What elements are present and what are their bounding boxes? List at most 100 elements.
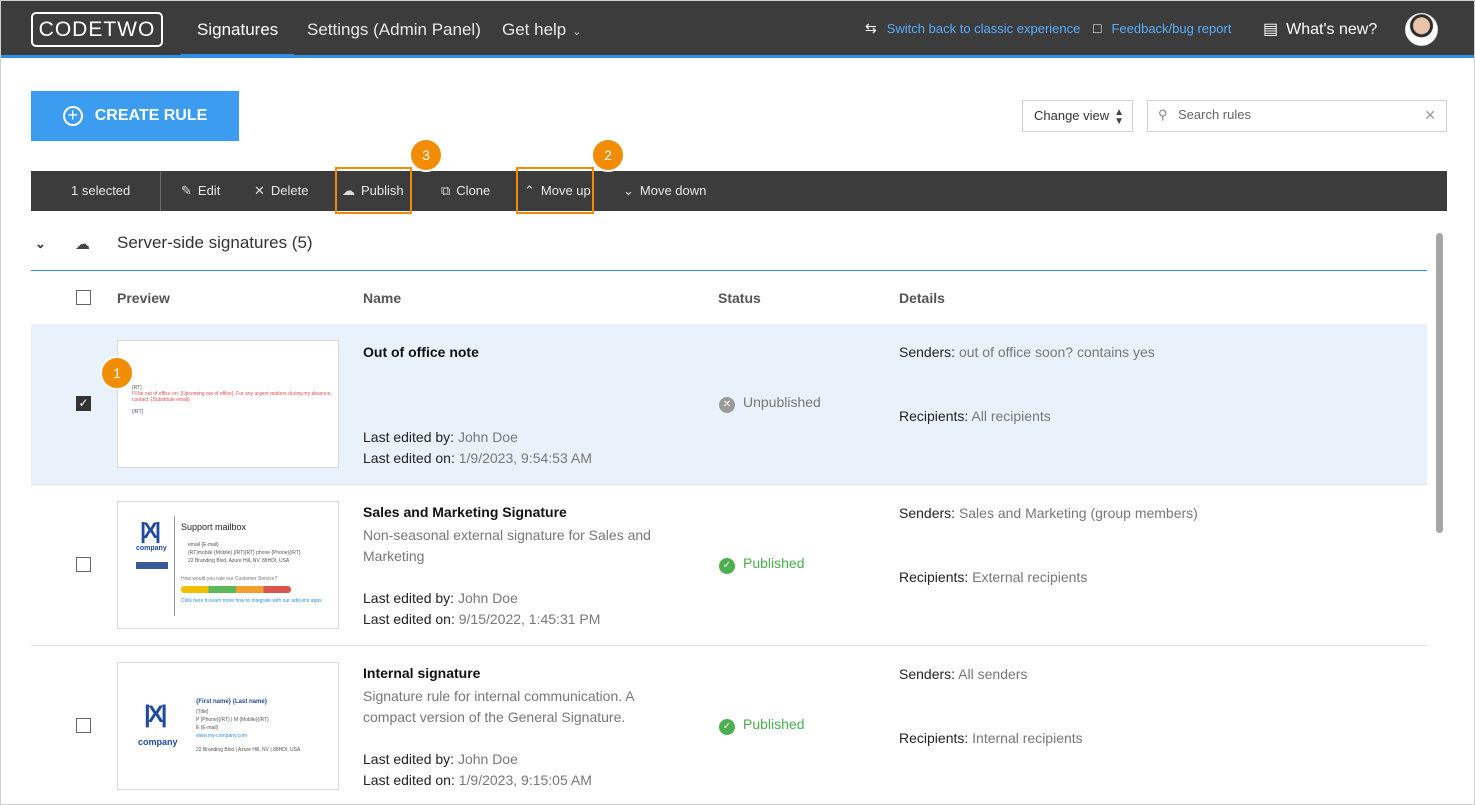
signature-preview[interactable]: |X| company Support mailbox email {E-mai…	[117, 501, 339, 629]
table-row[interactable]: ✓ {RT} I'll be out of office on: {Upcomi…	[31, 324, 1427, 485]
chevron-down-icon: ⌄	[623, 183, 634, 198]
feedback-label: Feedback/bug report	[1111, 21, 1232, 36]
last-edited-on: Last edited on: 1/9/2023, 9:15:05 AM	[363, 772, 592, 788]
rule-name[interactable]: Out of office note	[363, 344, 479, 360]
copy-icon: ⧉	[441, 183, 451, 198]
whats-new-button[interactable]: ▤ What's new?	[1263, 19, 1377, 39]
table-row[interactable]: |X| company Support mailbox email {E-mai…	[31, 485, 1427, 646]
search-icon: ⚲	[1158, 107, 1168, 122]
last-edited-on-value: 1/9/2023, 9:15:05 AM	[458, 772, 592, 788]
switch-classic-label: Switch back to classic experience	[886, 21, 1081, 36]
column-preview: Preview	[117, 290, 170, 306]
move-down-button[interactable]: ⌄ Move down	[623, 171, 706, 211]
clone-button[interactable]: ⧉ Clone	[441, 171, 490, 211]
divider	[174, 516, 175, 616]
status-badge: ✓ Published	[719, 716, 805, 735]
preview-name: {First name} {Last name}	[196, 699, 268, 705]
rule-name[interactable]: Internal signature	[363, 665, 480, 681]
senders-label: Senders:	[899, 505, 956, 521]
action-bar: 1 selected ✎ Edit ✕ Delete ☁ Publish ⧉ Clone…	[31, 171, 1447, 211]
signature-preview[interactable]: {RT} I'll be out of office on: {Upcoming…	[117, 340, 339, 468]
clone-label: Clone	[456, 183, 491, 198]
rule-name[interactable]: Sales and Marketing Signature	[363, 504, 567, 520]
rule-description: Non-seasonal external signature for Sale…	[363, 527, 651, 564]
switch-arrows-icon: ⇆	[865, 20, 877, 36]
company-logo-icon: |X|	[140, 518, 161, 543]
preview-link: Click here to learn more how to integrat…	[181, 598, 322, 604]
senders-label: Senders:	[899, 344, 956, 360]
pencil-icon: ✎	[181, 183, 192, 198]
user-avatar[interactable]	[1405, 13, 1438, 46]
preview-line: P {Phone}{/RT} | M {Mobile}{/RT}	[196, 717, 269, 723]
senders-value: Sales and Marketing (group members)	[958, 505, 1198, 521]
collapse-chevron-icon[interactable]: ⌄	[35, 236, 46, 252]
switch-classic-link[interactable]: ⇆ Switch back to classic experience	[865, 20, 1080, 37]
news-icon: ▤	[1263, 21, 1279, 38]
group-title: Server-side signatures (5)	[117, 233, 313, 252]
preview-line: 22 Branding Blvd | Azure Hill, NV | 88HD…	[196, 747, 301, 753]
last-edited-by-value: John Doe	[457, 751, 518, 767]
last-edited-on-label: Last edited on:	[363, 772, 455, 788]
cloud-icon: ☁	[75, 236, 90, 253]
company-logo-icon: |X|	[144, 701, 168, 728]
last-edited-on: Last edited on: 1/9/2023, 9:54:53 AM	[363, 450, 592, 466]
select-all-checkbox[interactable]	[76, 290, 91, 305]
move-up-highlight	[516, 167, 594, 214]
tab-settings-admin-panel[interactable]: Settings (Admin Panel)	[307, 1, 481, 55]
last-edited-on-value: 9/15/2022, 1:45:31 PM	[458, 611, 601, 627]
senders-value: All senders	[958, 666, 1028, 682]
tab-signatures[interactable]: Signatures	[181, 1, 295, 58]
create-rule-label: CREATE RULE	[94, 107, 208, 124]
delete-button[interactable]: ✕ Delete	[254, 171, 308, 211]
recipients-label: Recipients:	[899, 408, 969, 424]
codetwo-logo[interactable]: CODETWO	[31, 12, 163, 47]
scrollbar-thumb[interactable]	[1436, 233, 1443, 533]
last-edited-by-value: John Doe	[457, 590, 518, 606]
status-badge: ✓ Published	[719, 555, 805, 574]
feedback-icon: □	[1093, 20, 1102, 36]
row-checkbox[interactable]	[76, 718, 91, 733]
change-view-select[interactable]: Change view ▲ ▼	[1022, 100, 1133, 132]
rule-description: Signature rule for internal communicatio…	[363, 688, 634, 725]
preview-company: company	[138, 737, 178, 747]
tab-get-help[interactable]: Get help ⌄	[502, 1, 581, 55]
last-edited-on: Last edited on: 9/15/2022, 1:45:31 PM	[363, 611, 600, 627]
feedback-link[interactable]: □ Feedback/bug report	[1093, 20, 1231, 36]
create-rule-button[interactable]: + CREATE RULE	[31, 91, 239, 141]
preview-company: company	[136, 545, 167, 552]
step-badge-1: 1	[102, 358, 132, 388]
preview-title: Support mailbox	[181, 522, 247, 532]
preview-line: {RT}mobile {Mobile} {/RT}{RT} phone {Pho…	[188, 550, 301, 556]
senders-detail: Senders: out of office soon? contains ye…	[899, 344, 1155, 360]
last-edited-by: Last edited by: John Doe	[363, 751, 518, 767]
check-circle-icon: ✓	[719, 558, 735, 574]
last-edited-by-label: Last edited by:	[363, 751, 455, 767]
table-row[interactable]: |X| company {First name} {Last name} {Ti…	[31, 646, 1427, 805]
last-edited-by-label: Last edited by:	[363, 429, 455, 445]
step-badge-2: 2	[593, 140, 623, 170]
last-edited-on-label: Last edited on:	[363, 450, 455, 466]
column-status: Status	[718, 290, 761, 306]
preview-line: {Title}	[196, 709, 209, 715]
search-box: ⚲ ✕	[1147, 100, 1447, 132]
delete-label: Delete	[270, 183, 309, 198]
preview-line: E {E-mail}	[196, 725, 219, 731]
edit-button[interactable]: ✎ Edit	[181, 171, 220, 211]
updown-chevron-icon: ▲ ▼	[1114, 107, 1124, 127]
row-checkbox[interactable]: ✓	[76, 396, 91, 411]
rating-buttons	[181, 586, 291, 593]
last-edited-by-value: John Doe	[457, 429, 518, 445]
preview-line: {/RT}	[132, 409, 144, 415]
column-name: Name	[363, 290, 402, 306]
row-checkbox[interactable]	[76, 557, 91, 572]
move-down-label: Move down	[639, 183, 707, 198]
preview-line: I'll be out of office on: {Upcoming out …	[132, 391, 332, 403]
signature-preview[interactable]: |X| company {First name} {Last name} {Ti…	[117, 662, 339, 790]
publish-highlight	[335, 167, 412, 214]
preview-survey: How would you rate our Customer Service?	[181, 576, 278, 582]
clear-search-icon[interactable]: ✕	[1424, 107, 1436, 124]
whats-new-label: What's new?	[1286, 21, 1378, 38]
recipients-value: External recipients	[972, 569, 1088, 585]
search-input[interactable]	[1178, 107, 1418, 122]
senders-detail: Senders: All senders	[899, 666, 1027, 682]
